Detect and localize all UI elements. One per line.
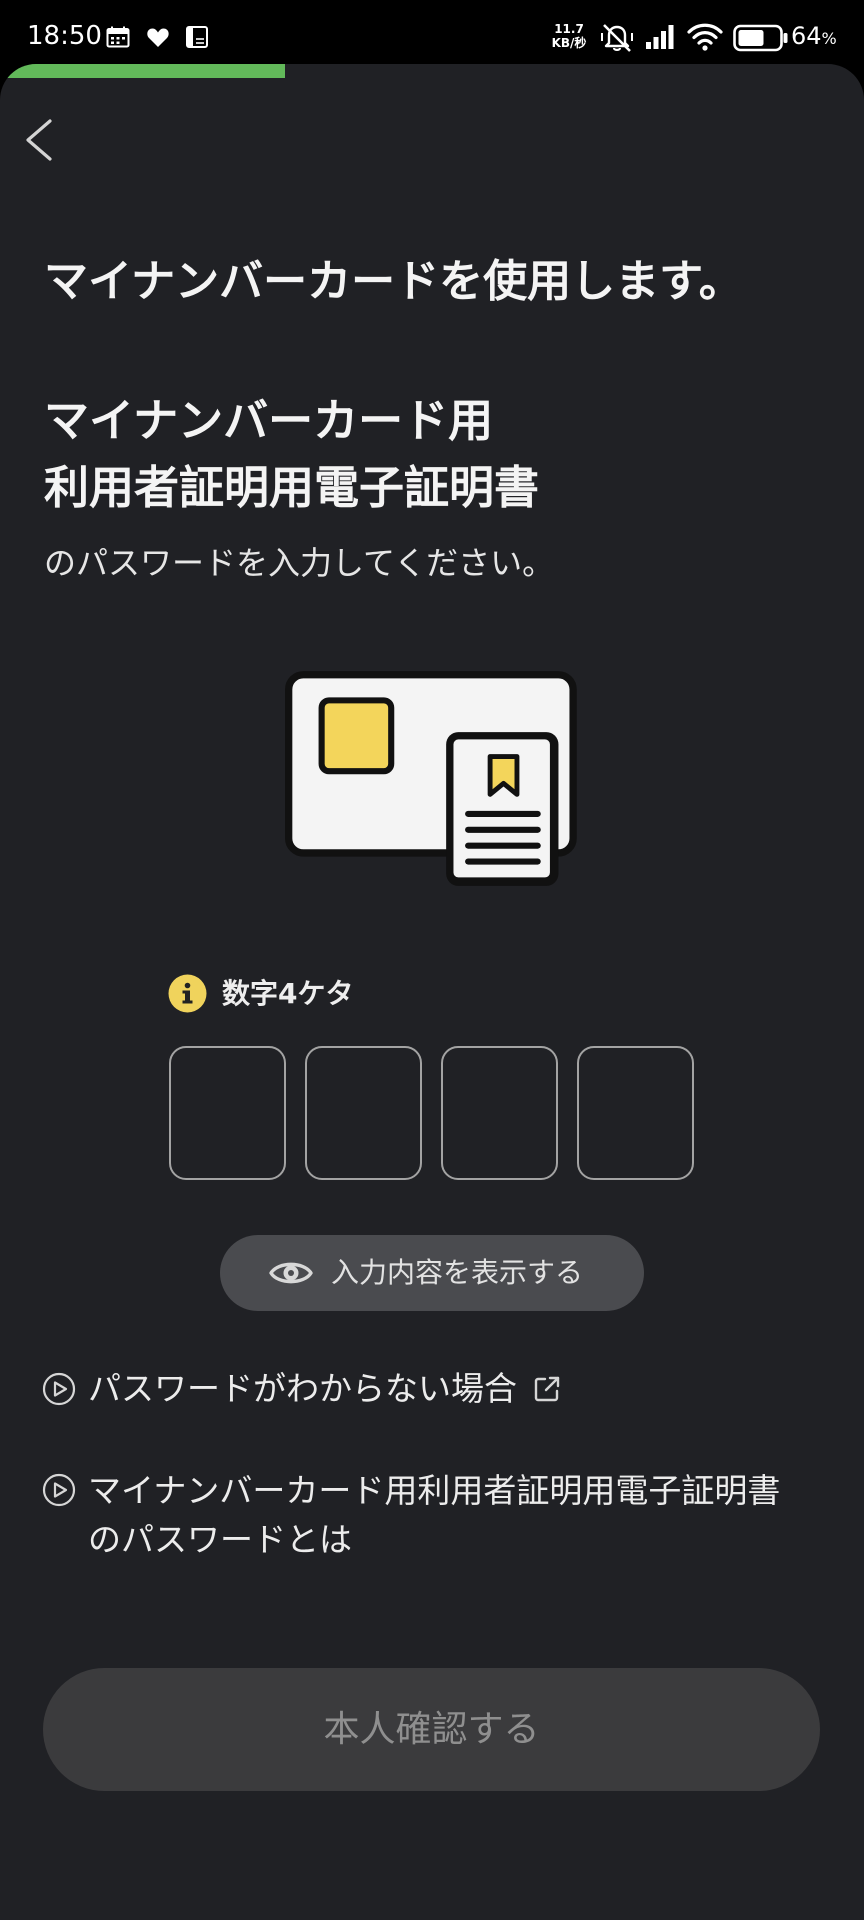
pin-digit-2[interactable]	[305, 1046, 422, 1180]
back-button[interactable]	[20, 116, 64, 164]
chevron-left-icon	[26, 119, 52, 161]
app-notification-icon	[186, 26, 208, 48]
password-instruction: のパスワードを入力してください。	[44, 544, 555, 582]
eye-icon	[269, 1262, 313, 1284]
network-speed-value: 11.7	[554, 22, 584, 36]
play-circle-icon	[42, 1473, 76, 1507]
external-link-icon	[534, 1376, 560, 1402]
pin-input-group	[169, 1046, 694, 1180]
password-about-link-label: マイナンバーカード用利用者証明用電子証明書 のパスワードとは	[88, 1466, 780, 1564]
certificate-heading-line2: 利用者証明用電子証明書	[44, 461, 540, 514]
battery-percent: 64%	[791, 19, 837, 56]
show-input-toggle[interactable]: 入力内容を表示する	[220, 1235, 644, 1311]
battery-percent-value: 64	[791, 22, 822, 50]
wifi-icon	[687, 23, 723, 51]
battery-icon	[733, 24, 788, 52]
signal-icon	[646, 25, 674, 49]
password-about-link[interactable]: マイナンバーカード用利用者証明用電子証明書 のパスワードとは	[42, 1466, 780, 1564]
pin-digit-4[interactable]	[577, 1046, 694, 1180]
verify-identity-button[interactable]: 本人確認する	[43, 1668, 820, 1791]
forgot-password-link[interactable]: パスワードがわからない場合	[42, 1367, 561, 1411]
my-number-card-illustration	[285, 671, 577, 886]
pin-digit-1[interactable]	[169, 1046, 286, 1180]
password-about-link-line1: マイナンバーカード用利用者証明用電子証明書	[88, 1471, 781, 1510]
step-progress-bar	[0, 64, 864, 78]
password-about-link-line2: のパスワードとは	[88, 1520, 352, 1559]
status-time: 18:50	[27, 21, 102, 51]
pin-digit-3[interactable]	[441, 1046, 558, 1180]
pin-hint-text: 数字4ケタ	[222, 977, 354, 1010]
info-icon	[168, 974, 207, 1013]
status-bar: 18:50 11.7 KB/秒 64%	[0, 0, 864, 64]
mute-icon	[601, 24, 633, 52]
forgot-password-link-label: パスワードがわからない場合	[88, 1369, 517, 1408]
page-title: マイナンバーカードを使用します。	[44, 256, 743, 307]
show-input-label: 入力内容を表示する	[331, 1256, 584, 1289]
step-progress-fill	[0, 64, 286, 78]
network-speed: 11.7 KB/秒	[548, 22, 590, 50]
network-speed-unit: KB/秒	[551, 36, 587, 50]
calendar-icon	[106, 26, 130, 48]
pin-hint: 数字4ケタ	[168, 974, 353, 1013]
certificate-heading: マイナンバーカード用 利用者証明用電子証明書	[44, 387, 539, 521]
heart-icon	[147, 28, 169, 47]
certificate-heading-line1: マイナンバーカード用	[44, 394, 494, 447]
verify-identity-button-label: 本人確認する	[323, 1708, 540, 1750]
password-entry-sheet: マイナンバーカードを使用します。 マイナンバーカード用 利用者証明用電子証明書 …	[0, 64, 864, 1920]
play-circle-icon	[42, 1372, 76, 1406]
battery-percent-sign: %	[821, 29, 837, 48]
